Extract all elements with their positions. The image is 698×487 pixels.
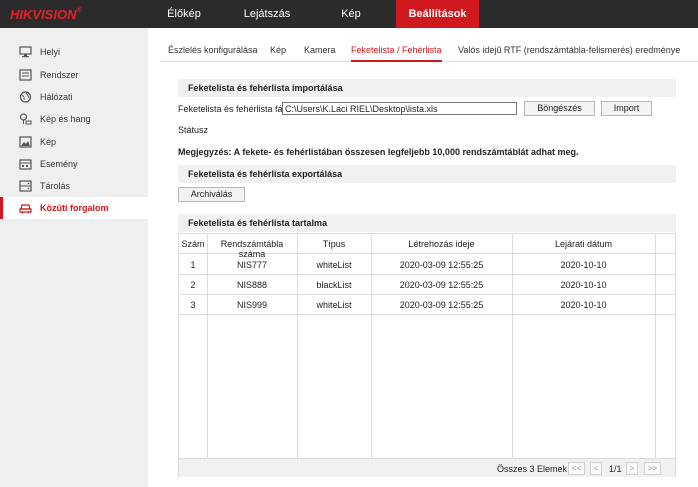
row-divider [179,314,675,315]
sidebar-item-system[interactable]: Rendszer [0,64,148,86]
browse-button[interactable]: Böngészés [524,101,595,116]
traffic-car-icon [19,202,32,214]
sidebar-item-label: Hálózati [40,92,73,102]
tab-realtime-lpr-result[interactable]: Valós idejű RTF (rendszámtábla-felismeré… [458,38,680,62]
sidebar-item-network[interactable]: Hálózati [0,86,148,108]
sidebar-item-event[interactable]: Esemény [0,153,148,175]
system-icon [19,69,32,81]
sidebar-item-label: Kép [40,137,57,147]
status-label: Státusz [178,125,209,135]
sidebar-item-video-audio[interactable]: Kép és hang [0,108,148,130]
column-divider [655,234,656,458]
first-page-button[interactable]: << [568,462,585,475]
row-type: blackList [316,280,352,290]
total-count: Összes 3 Elemek [497,464,568,474]
tab-blacklist-whitelist[interactable]: Feketelista / Fehérlista [351,38,442,62]
row-number: 1 [190,260,196,270]
file-path-input[interactable] [282,102,517,115]
sidebar-item-local[interactable]: Helyi [0,41,148,63]
row-created: 2020-03-09 12:55:25 [399,300,484,310]
sidebar-item-label: Kép és hang [40,114,91,124]
column-header-expires: Lejárati dátum [554,239,613,249]
topnav-configuration[interactable]: Beállítások [396,0,479,28]
image-icon [19,136,32,148]
brand-logo: HIKVISION® [10,7,82,22]
column-header-type: Típus [322,239,346,249]
row-divider [179,294,675,295]
storage-icon [19,180,32,192]
globe-icon [19,91,32,103]
sidebar: Helyi Rendszer Hálózati Kép és hang Kép … [0,28,148,487]
sidebar-item-label: Rendszer [40,70,79,80]
tab-camera[interactable]: Kamera [304,38,336,62]
row-type: whiteList [316,300,352,310]
archive-button[interactable]: Archiválás [178,187,245,202]
row-number: 2 [190,280,196,290]
last-page-button[interactable]: >> [644,462,661,475]
sidebar-item-road-traffic[interactable]: Közúti forgalom [0,197,148,219]
brand-name: HIKVISION [10,7,77,22]
row-created: 2020-03-09 12:55:25 [399,280,484,290]
file-label: Feketelista és fehérlista fájl [178,104,287,114]
list-table: Szám Rendszámtábla száma Típus Létrehozá… [178,233,676,477]
row-expires: 2020-10-10 [560,280,607,290]
topnav-live-view[interactable]: Élőkép [156,0,212,28]
topnav-picture[interactable]: Kép [328,0,374,28]
sidebar-item-label: Tárolás [40,181,71,191]
row-expires: 2020-10-10 [560,260,607,270]
row-plate: NIS888 [236,280,268,290]
sidebar-item-label: Közúti forgalom [40,203,109,213]
topnav-playback[interactable]: Lejátszás [236,0,298,28]
row-plate: NIS999 [236,300,268,310]
import-section-title: Feketelista és fehérlista importálása [178,79,676,97]
camera-audio-icon [19,113,32,125]
next-page-button[interactable]: > [626,462,638,475]
row-number: 3 [190,300,196,310]
column-header-number: Szám [181,239,205,249]
registered-mark: ® [76,7,82,14]
monitor-icon [19,46,32,58]
import-button[interactable]: Import [601,101,652,116]
sidebar-item-image[interactable]: Kép [0,131,148,153]
row-expires: 2020-10-10 [560,300,607,310]
tab-picture[interactable]: Kép [270,38,286,62]
sidebar-item-storage[interactable]: Tárolás [0,175,148,197]
sidebar-item-label: Helyi [40,47,61,57]
pagination-bar: Összes 3 Elemek << < 1/1 > >> [179,458,675,477]
row-divider [179,274,675,275]
tab-detection-config[interactable]: Észlelés konfigurálása [168,38,258,62]
sidebar-item-label: Esemény [40,159,78,169]
column-header-created: Létrehozás ideje [408,239,475,249]
config-tabs: Észlelés konfigurálása Kép Kamera Fekete… [160,38,698,62]
row-type: whiteList [316,260,352,270]
prev-page-button[interactable]: < [590,462,602,475]
page-indicator: 1/1 [609,464,622,474]
calendar-icon [19,158,32,170]
row-created: 2020-03-09 12:55:25 [399,260,484,270]
row-plate: NIS777 [236,260,268,270]
limit-note: Megjegyzés: A fekete- és fehérlistában ö… [178,147,579,157]
top-bar: HIKVISION® Élőkép Lejátszás Kép Beállítá… [0,0,698,28]
column-header-plate: Rendszámtábla száma [220,239,284,259]
content-section-title: Feketelista és fehérlista tartalma [178,214,676,232]
export-section-title: Feketelista és fehérlista exportálása [178,165,676,183]
